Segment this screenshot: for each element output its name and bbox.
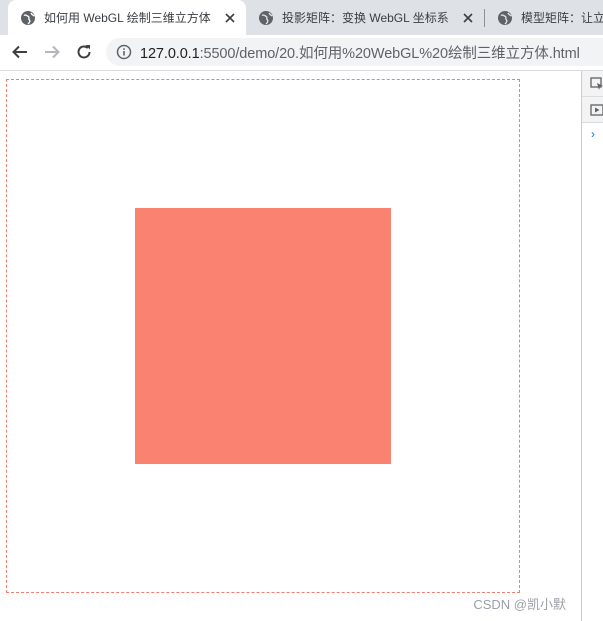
info-icon[interactable] — [116, 44, 132, 60]
csdn-watermark: CSDN @凯小默 — [473, 597, 566, 612]
address-bar[interactable]: 127.0.0.1:5500/demo/20.如何用%20WebGL%20绘制三… — [106, 38, 603, 66]
back-arrow-icon — [12, 45, 27, 59]
browser-toolbar: 127.0.0.1:5500/demo/20.如何用%20WebGL%20绘制三… — [0, 35, 603, 71]
chevron-right-icon[interactable]: › — [591, 127, 595, 141]
close-icon[interactable] — [460, 10, 476, 26]
page-content: CSDN @凯小默 — [0, 71, 581, 621]
forward-arrow-icon — [45, 45, 60, 59]
forward-button[interactable] — [40, 40, 64, 64]
reload-button[interactable] — [72, 40, 96, 64]
tab-projection-matrix[interactable]: 投影矩阵：变换 WebGL 坐标系 — [246, 0, 484, 35]
reload-icon — [77, 45, 91, 59]
url-path: :5500/demo/20.如何用%20WebGL%20绘制三维立方体.html — [199, 45, 580, 62]
close-icon[interactable] — [222, 10, 238, 26]
globe-icon — [259, 10, 273, 25]
tab-title: 模型矩阵：让立 — [521, 11, 603, 25]
tab-title: 投影矩阵：变换 WebGL 坐标系 — [282, 11, 449, 25]
url-text: 127.0.0.1:5500/demo/20.如何用%20WebGL%20绘制三… — [140, 42, 580, 63]
back-button[interactable] — [8, 40, 32, 64]
webgl-canvas[interactable] — [6, 79, 520, 593]
browser-window: 如何用 WebGL 绘制三维立方体 投影矩阵：变换 WebGL 坐标系 模型矩阵… — [0, 0, 603, 621]
tab-title: 如何用 WebGL 绘制三维立方体 — [44, 11, 211, 25]
globe-icon — [21, 10, 35, 25]
devtools-inspect-row[interactable] — [582, 71, 603, 97]
tab-strip: 如何用 WebGL 绘制三维立方体 投影矩阵：变换 WebGL 坐标系 模型矩阵… — [0, 0, 603, 35]
devtools-panel: › — [581, 71, 603, 621]
url-host: 127.0.0.1 — [140, 45, 200, 62]
tab-model-matrix[interactable]: 模型矩阵：让立 — [485, 0, 603, 35]
inspect-icon — [590, 77, 603, 90]
globe-icon — [498, 10, 512, 25]
tab-active[interactable]: 如何用 WebGL 绘制三维立方体 — [8, 0, 246, 35]
device-toolbar-icon — [590, 104, 603, 116]
devtools-device-row[interactable] — [582, 97, 603, 123]
rendered-square — [135, 208, 391, 464]
